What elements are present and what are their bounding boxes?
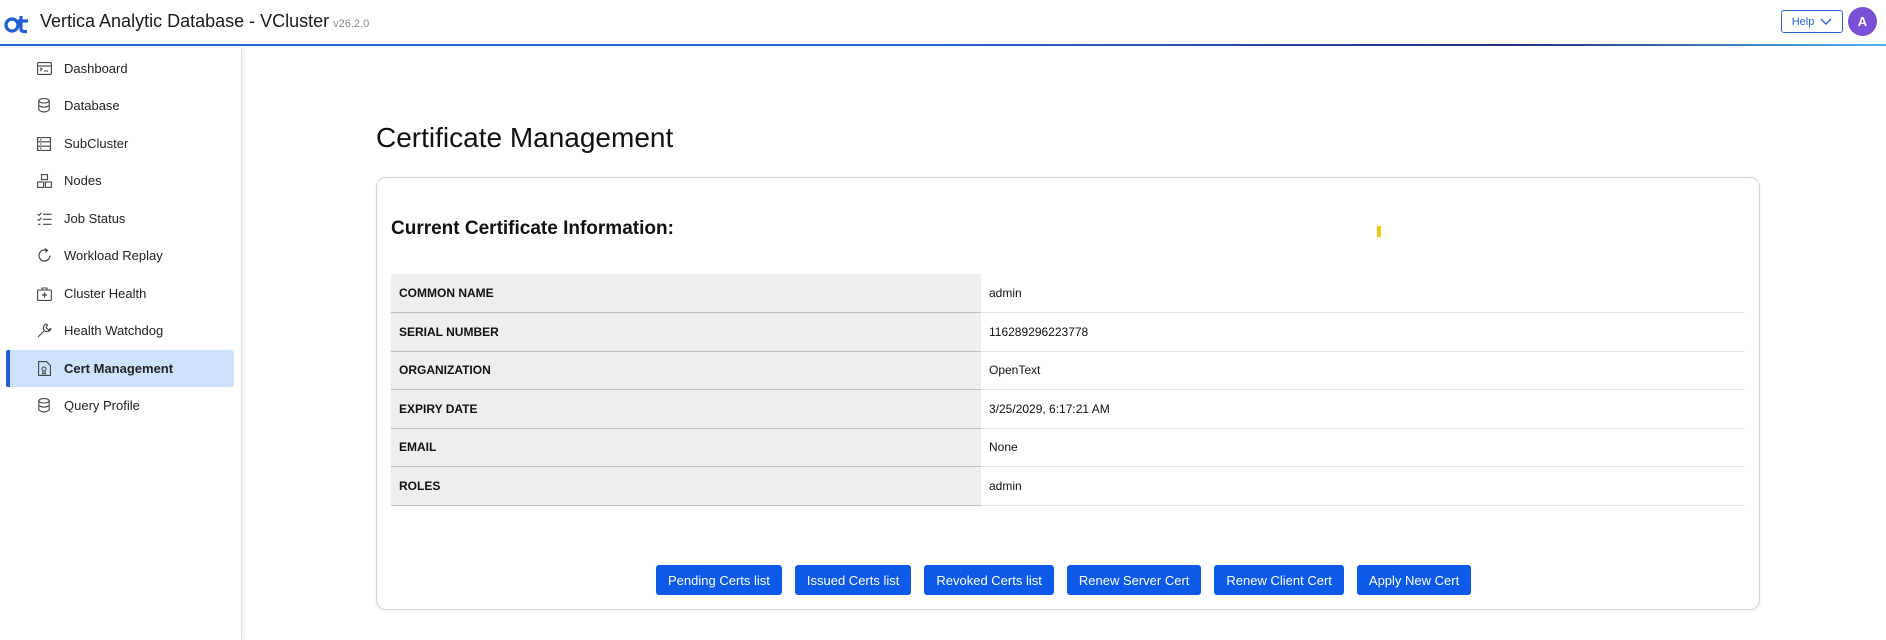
sidebar-item-label: Cert Management: [64, 361, 174, 376]
sidebar-item-cluster-health[interactable]: Cluster Health: [6, 275, 234, 312]
row-key: COMMON NAME: [391, 274, 981, 313]
row-key: EMAIL: [391, 428, 981, 467]
sidebar: Dashboard Database SubCluster Nodes Job …: [0, 48, 242, 640]
row-value: 116289296223778: [981, 312, 1745, 352]
sidebar-item-workload-replay[interactable]: Workload Replay: [6, 237, 234, 274]
sidebar-item-label: Workload Replay: [64, 248, 163, 263]
avatar-initial: A: [1857, 14, 1868, 29]
renew-server-cert-button[interactable]: Renew Server Cert: [1066, 565, 1202, 595]
sidebar-item-label: Dashboard: [64, 61, 128, 76]
job-status-icon: [36, 211, 52, 227]
apply-new-cert-button[interactable]: Apply New Cert: [1356, 565, 1472, 595]
certificate-info-table: COMMON NAME admin SERIAL NUMBER 11628929…: [391, 274, 1745, 506]
nodes-icon: [36, 173, 52, 189]
sidebar-item-label: Query Profile: [64, 398, 140, 413]
sidebar-item-cert-management[interactable]: Cert Management: [6, 350, 234, 387]
sidebar-item-label: Health Watchdog: [64, 323, 164, 338]
sidebar-item-dashboard[interactable]: Dashboard: [6, 50, 234, 87]
sidebar-item-label: Cluster Health: [64, 286, 147, 301]
row-key: ORGANIZATION: [391, 351, 981, 390]
help-label: Help: [1791, 15, 1815, 28]
query-profile-icon: [36, 398, 52, 414]
app-title-text: Vertica Analytic Database - VCluster: [40, 11, 330, 31]
table-row: ROLES admin: [391, 466, 1745, 506]
database-icon: [36, 98, 52, 114]
table-row: COMMON NAME admin: [391, 274, 1745, 313]
sidebar-item-label: Job Status: [64, 211, 126, 226]
renew-client-cert-button[interactable]: Renew Client Cert: [1214, 565, 1344, 595]
row-key: ROLES: [391, 466, 981, 506]
certificate-info-card: Current Certificate Information: COMMON …: [376, 177, 1760, 610]
cert-actions: Pending Certs list Issued Certs list Rev…: [656, 565, 1472, 595]
subcluster-icon: [36, 136, 52, 152]
app-header: Vertica Analytic Database - VCluster v26.…: [0, 0, 1886, 46]
help-button[interactable]: Help: [1781, 10, 1843, 33]
page-title: Certificate Management: [376, 122, 674, 153]
row-value: admin: [981, 466, 1745, 506]
app-title: Vertica Analytic Database - VCluster v26.…: [40, 11, 369, 32]
row-key: EXPIRY DATE: [391, 389, 981, 429]
revoked-certs-list-button[interactable]: Revoked Certs list: [924, 565, 1054, 595]
row-value: 3/25/2029, 6:17:21 AM: [981, 389, 1745, 429]
replay-icon: [36, 248, 52, 264]
sidebar-item-query-profile[interactable]: Query Profile: [6, 387, 234, 424]
table-row: SERIAL NUMBER 116289296223778: [391, 312, 1745, 352]
pending-certs-list-button[interactable]: Pending Certs list: [656, 565, 782, 595]
certificate-icon: [36, 361, 52, 377]
sidebar-item-label: Nodes: [64, 173, 102, 188]
row-value: OpenText: [981, 351, 1745, 390]
table-row: ORGANIZATION OpenText: [391, 351, 1745, 390]
issued-certs-list-button[interactable]: Issued Certs list: [794, 565, 912, 595]
table-row: EXPIRY DATE 3/25/2029, 6:17:21 AM: [391, 389, 1745, 429]
sidebar-item-health-watchdog[interactable]: Health Watchdog: [6, 312, 234, 349]
loading-indicator: [1377, 226, 1381, 237]
sidebar-item-nodes[interactable]: Nodes: [6, 162, 234, 199]
sidebar-item-database[interactable]: Database: [6, 87, 234, 124]
wrench-icon: [36, 323, 52, 339]
app-version: v26.2.0: [333, 18, 370, 30]
sidebar-item-job-status[interactable]: Job Status: [6, 200, 234, 237]
sidebar-item-label: SubCluster: [64, 136, 129, 151]
dashboard-icon: [36, 61, 52, 77]
row-value: None: [981, 428, 1745, 467]
row-key: SERIAL NUMBER: [391, 312, 981, 352]
cluster-health-icon: [36, 286, 52, 302]
chevron-down-icon: [1820, 18, 1832, 25]
sidebar-item-subcluster[interactable]: SubCluster: [6, 125, 234, 162]
user-avatar[interactable]: A: [1848, 7, 1877, 36]
sidebar-item-label: Database: [64, 98, 120, 113]
card-title: Current Certificate Information:: [391, 218, 674, 239]
table-row: EMAIL None: [391, 428, 1745, 467]
row-value: admin: [981, 274, 1745, 313]
opentext-logo-icon: [4, 16, 28, 34]
